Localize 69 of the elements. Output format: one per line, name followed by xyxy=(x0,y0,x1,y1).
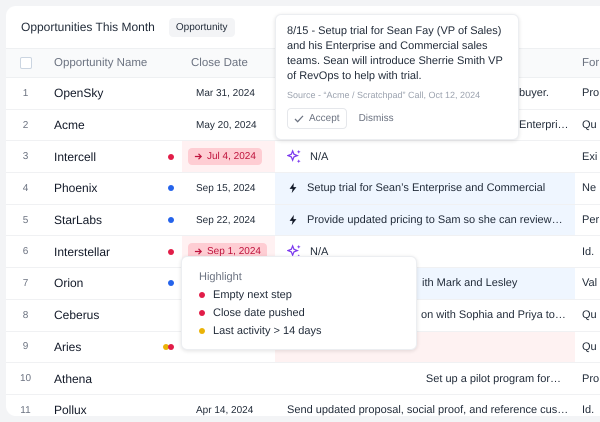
opportunity-name[interactable]: Athena xyxy=(54,372,92,386)
column-header[interactable]: For xyxy=(582,57,600,69)
bolt-icon xyxy=(287,214,299,226)
opportunity-name[interactable]: Interstellar xyxy=(54,244,110,259)
opportunity-name[interactable]: Acme xyxy=(54,118,85,132)
row-number: 6 xyxy=(22,246,28,258)
next-step-text: buyer. xyxy=(519,87,549,100)
bolt-icon xyxy=(287,182,299,194)
opportunity-name[interactable]: Aries xyxy=(54,340,82,354)
row-number: 11 xyxy=(20,404,31,416)
highlight-title: Highlight xyxy=(199,271,243,283)
sparkle-icon xyxy=(287,149,302,164)
row-number: 2 xyxy=(22,120,28,131)
suggestion-source: Source - “Acme / Scratchpad” Call, Oct 12, 2024 xyxy=(287,90,482,100)
row-number: 5 xyxy=(22,214,28,226)
forecast-text: Val xyxy=(582,277,598,290)
suggestion-text: 8/15 - Setup trial for Sean Fay (VP of Sales) and his Enterprise and Commercial sales teams. Sean will introduce Sherrie Smith VP of RevOps to help with trial. xyxy=(287,24,504,84)
forecast-text: Ne xyxy=(582,182,596,194)
row-number: 7 xyxy=(22,278,28,289)
next-step-text: ith Mark and Lesley xyxy=(422,277,518,290)
next-step-text: Provide updated pricing to Sam so she can review… xyxy=(307,214,563,226)
table-title: Opportunities This Month xyxy=(21,20,155,34)
next-step-text: on with Sophia and Priya to… xyxy=(421,309,566,322)
row-number: 3 xyxy=(22,151,28,162)
row-number: 9 xyxy=(22,341,28,352)
next-step-text: Setup trial for Sean’s Enterprise and Commercial xyxy=(307,182,546,194)
close-date: Apr 14, 2024 xyxy=(196,404,254,416)
close-date: May 20, 2024 xyxy=(196,120,257,131)
forecast-text: Pro xyxy=(582,372,600,385)
forecast-text: Qu xyxy=(582,119,597,132)
forecast-text: Id. xyxy=(582,404,594,416)
next-step-text: Send updated proposal, social proof, and reference cus… xyxy=(287,404,568,416)
next-step-text: Set up a pilot program for… xyxy=(426,372,562,385)
opportunity-name[interactable]: StarLabs xyxy=(54,213,102,228)
accept-button[interactable]: Accept xyxy=(287,108,347,129)
opportunity-name[interactable]: Intercell xyxy=(54,150,96,164)
forecast-text: Id. xyxy=(582,246,594,258)
close-date: Sep 22, 2024 xyxy=(196,214,256,226)
next-step-text: Enterpri… xyxy=(519,119,569,132)
forecast-text: Exi xyxy=(582,150,598,163)
close-date: Sep 15, 2024 xyxy=(196,182,256,194)
legend-label: Empty next step xyxy=(213,289,292,301)
close-date: Mar 31, 2024 xyxy=(196,88,255,99)
opportunity-name[interactable]: OpenSky xyxy=(54,86,104,100)
forecast-text: Qu xyxy=(582,309,597,322)
row-number: 1 xyxy=(22,88,28,99)
column-header[interactable]: Opportunity Name xyxy=(54,57,148,69)
forecast-text: Pro xyxy=(582,87,600,100)
object-tag: Opportunity xyxy=(168,18,235,36)
opportunity-name[interactable]: Orion xyxy=(54,276,84,290)
opportunity-name[interactable]: Pollux xyxy=(54,403,87,416)
opportunity-name[interactable]: Ceberus xyxy=(54,308,100,322)
arrow-icon xyxy=(194,152,203,162)
row-number: 10 xyxy=(20,373,32,384)
row-number: 8 xyxy=(22,310,28,321)
forecast-text: Qu xyxy=(582,340,597,353)
select-all-checkbox[interactable] xyxy=(20,57,32,69)
check-icon xyxy=(294,114,304,122)
opportunity-name[interactable]: Phoenix xyxy=(54,181,98,196)
arrow-icon xyxy=(194,247,203,256)
next-step-text: N/A xyxy=(310,246,328,258)
next-step-text: N/A xyxy=(310,150,328,163)
legend-label: Last activity > 14 days xyxy=(213,325,322,337)
forecast-text: Per xyxy=(582,214,600,226)
row-number: 4 xyxy=(22,182,28,194)
column-header[interactable]: Close Date xyxy=(191,57,248,69)
pushed-close-date: Jul 4, 2024 xyxy=(188,148,262,166)
dismiss-button[interactable]: Dismiss xyxy=(352,109,400,128)
legend-label: Close date pushed xyxy=(213,307,305,319)
